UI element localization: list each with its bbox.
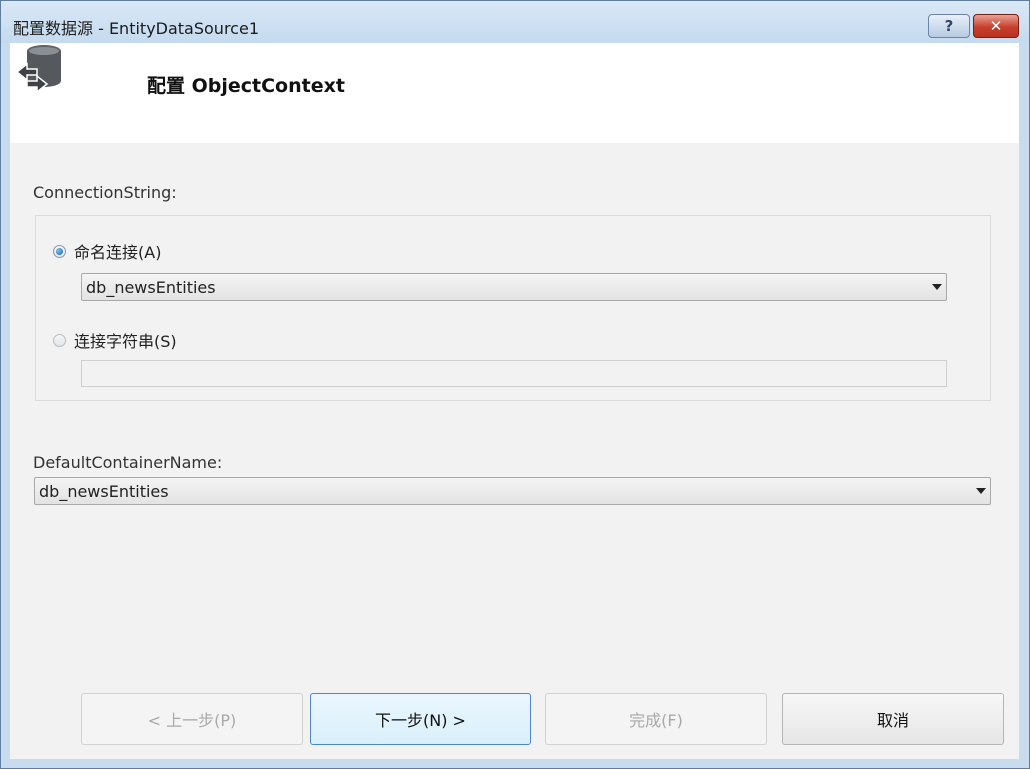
connection-string-radio[interactable]: 连接字符串(S) xyxy=(53,328,177,352)
dialog-client-area: 配置 ObjectContext ConnectionString: 命名连接(… xyxy=(10,43,1019,759)
window-title: 配置数据源 - EntityDataSource1 xyxy=(13,19,259,38)
dialog-window: 配置数据源 - EntityDataSource1 ? ✕ 配置 ObjectC… xyxy=(0,0,1030,769)
next-button[interactable]: 下一步(N) > xyxy=(310,693,531,745)
close-button[interactable]: ✕ xyxy=(973,14,1019,38)
cancel-button[interactable]: 取消 xyxy=(782,693,1004,745)
connection-string-input[interactable] xyxy=(81,360,947,387)
wizard-header: 配置 ObjectContext xyxy=(10,43,1019,143)
named-connection-radio[interactable]: 命名连接(A) xyxy=(53,239,161,263)
named-connection-dropdown[interactable]: db_newsEntities xyxy=(81,273,947,301)
named-connection-value: db_newsEntities xyxy=(86,278,216,297)
dropdown-arrow-icon xyxy=(932,284,942,290)
default-container-value: db_newsEntities xyxy=(39,482,169,501)
database-refresh-icon xyxy=(15,45,61,94)
connection-string-label: ConnectionString: xyxy=(33,183,177,202)
help-button[interactable]: ? xyxy=(928,14,970,38)
default-container-dropdown[interactable]: db_newsEntities xyxy=(34,477,991,505)
page-title: 配置 ObjectContext xyxy=(147,75,345,97)
dropdown-arrow-icon xyxy=(976,488,986,494)
radio-checked-icon xyxy=(53,244,66,258)
named-connection-label: 命名连接(A) xyxy=(74,243,162,262)
radio-unchecked-icon xyxy=(53,333,66,347)
finish-button[interactable]: 完成(F) xyxy=(545,693,767,745)
default-container-label: DefaultContainerName: xyxy=(33,453,223,472)
previous-button[interactable]: < 上一步(P) xyxy=(81,693,303,745)
title-bar[interactable]: 配置数据源 - EntityDataSource1 ? ✕ xyxy=(1,1,1029,43)
connection-string-option-label: 连接字符串(S) xyxy=(74,332,177,351)
